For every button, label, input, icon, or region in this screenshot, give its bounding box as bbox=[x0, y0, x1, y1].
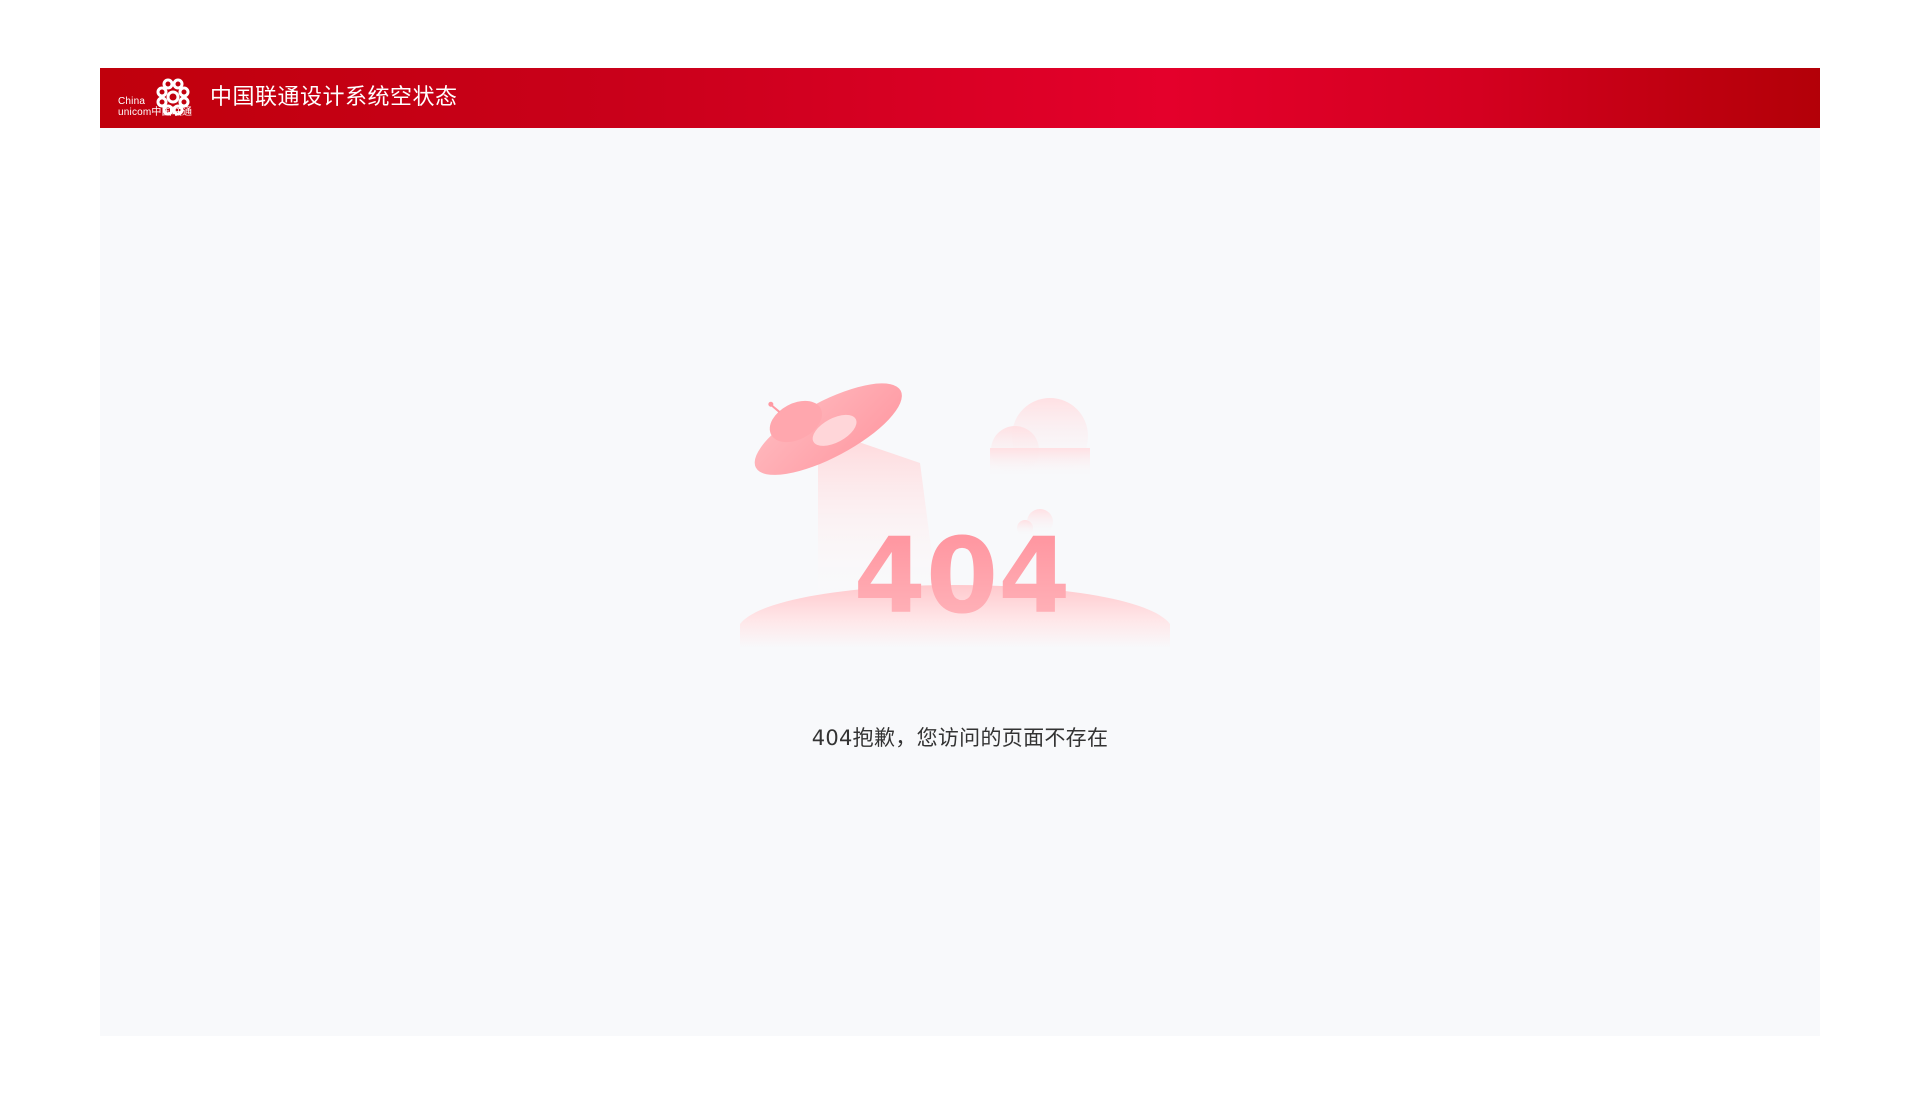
ufo-404-illustration: 404 bbox=[740, 383, 1170, 648]
china-unicom-knot-icon bbox=[156, 78, 190, 116]
logo-wordmark-line1: China bbox=[118, 96, 146, 107]
page-frame: China unicom中国联通 中国联通设计系统空状态 404 404抱歉，您… bbox=[100, 68, 1820, 1036]
top-header: China unicom中国联通 中国联通设计系统空状态 bbox=[100, 68, 1820, 128]
brand-logo[interactable]: China unicom中国联通 bbox=[118, 76, 198, 122]
cloud-large bbox=[990, 398, 1090, 478]
app-title: 中国联通设计系统空状态 bbox=[210, 85, 458, 110]
error-message: 404抱歉，您访问的页面不存在 bbox=[811, 726, 1109, 750]
illustration-404: 404 bbox=[853, 515, 1070, 637]
